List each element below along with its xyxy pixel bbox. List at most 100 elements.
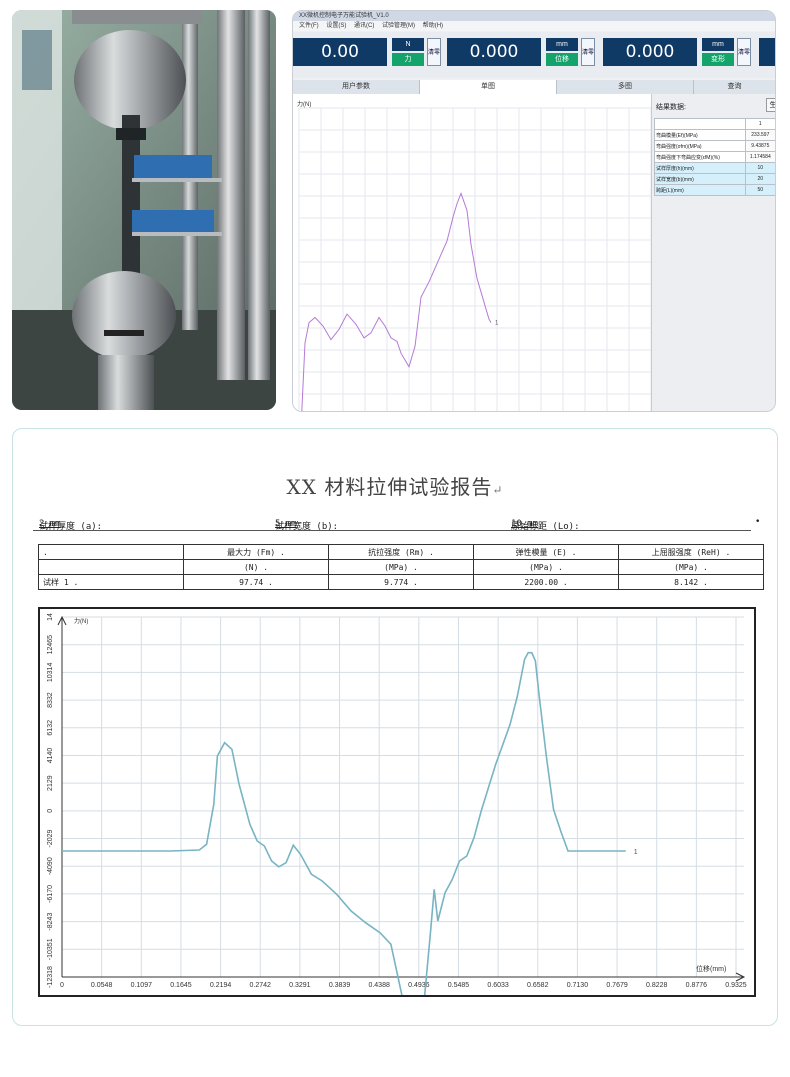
results-col-header: 1 <box>744 118 775 130</box>
return-mark: ↵ <box>492 483 504 497</box>
results-table: 1 弯曲模量(Ef)(MPa) 233.597 弯曲强度(σfm)(MPa) 9.4… <box>654 118 775 196</box>
menu-file[interactable]: 文件(F) <box>299 23 319 29</box>
series-line <box>62 651 626 1059</box>
param-gauge-length-value: 10 mm <box>511 519 539 529</box>
window-title: XX微机控制电子万能试验机_V1.0 <box>293 11 775 21</box>
chart-x-label: 位移(mm) <box>696 964 726 973</box>
generate-button[interactable]: 生 <box>766 98 775 112</box>
tab-user-params[interactable]: 用户参数 <box>293 80 420 94</box>
deformation-mode-button[interactable]: 变形 <box>702 53 734 66</box>
unit-reh: (MPa) . <box>618 559 764 575</box>
y-tick-label: 10314 <box>47 663 54 683</box>
result-name: 跨距(L)(mm) <box>654 184 746 196</box>
unit-blank <box>38 559 184 575</box>
screen-curve-end-label: 1 <box>495 321 499 327</box>
menu-settings[interactable]: 设置(S) <box>326 23 346 29</box>
menu-comm[interactable]: 通讯(C) <box>354 23 374 29</box>
x-tick-label: 0.2742 <box>250 982 272 989</box>
displacement-mode-button[interactable]: 位移 <box>546 53 578 66</box>
header-reh: 上屈服强度 (ReH) . <box>618 544 764 560</box>
test-machine-photo <box>12 10 276 410</box>
y-tick-label: 8332 <box>47 692 54 708</box>
force-value: 0.00 <box>293 38 387 66</box>
result-name: 试样宽度(b)(mm) <box>654 173 746 185</box>
y-tick-label: -12318 <box>47 966 54 988</box>
report-chart-frame: -12318 -10351 -8243 -6170 -4090 -2029 0 2129 414… <box>38 607 756 1059</box>
displacement-value: 0.000 <box>447 38 541 66</box>
param-end-mark: • <box>755 517 761 527</box>
unit-rm: (MPa) . <box>328 559 474 575</box>
force-unit: N <box>392 38 424 51</box>
table-corner: . <box>38 544 184 560</box>
results-panel: 结果数据: 生 1 弯曲模量(Ef)(MPa) 233.597 弯曲强度(σfm)… <box>651 94 775 411</box>
force-displacement-chart: -12318 -10351 -8243 -6170 -4090 -2029 0 2129 414… <box>47 613 747 1059</box>
header-e: 弹性模量 (E) . <box>473 544 619 560</box>
force-zero-button[interactable]: 清零 <box>427 38 441 66</box>
deformation-value: 0.000 <box>603 38 697 66</box>
param-width-value: 5 mm <box>275 519 297 529</box>
value-reh: 8.142 . <box>618 574 764 590</box>
y-tick-label: -10351 <box>47 938 54 960</box>
force-mode-button[interactable]: 力 <box>392 53 424 66</box>
result-name: 弯曲模量(Ef)(MPa) <box>654 129 746 141</box>
x-tick-label: 0.3839 <box>329 982 351 989</box>
x-tick-label: 0.8228 <box>646 982 668 989</box>
report-params: 试样厚度 (a): 2 mm 试样宽度 (b): 5 mm 原始标距 (Lo):… <box>39 515 765 532</box>
series-end-label: 1 <box>634 849 638 856</box>
readout-bar: 0.00 N 力 清零 0.000 mm 位移 清零 0.000 mm 变形 清… <box>293 32 775 78</box>
y-tick-label: -8243 <box>47 913 54 931</box>
menu-bar: 文件(F) 设置(S) 通讯(C) 试验管理(M) 帮助(H) <box>293 21 775 31</box>
y-tick-label: 2129 <box>47 775 54 791</box>
displacement-zero-button[interactable]: 清零 <box>581 38 595 66</box>
x-tick-label: 0.4388 <box>368 982 390 989</box>
x-tick-label: 0.7130 <box>567 982 589 989</box>
header-rm: 抗拉强度 (Rm) . <box>328 544 474 560</box>
deformation-unit: mm <box>702 38 734 51</box>
result-value[interactable]: 50 <box>744 184 775 196</box>
test-report: XX 材料拉伸试验报告↵ 试样厚度 (a): 2 mm 试样宽度 (b): 5 … <box>12 428 778 1059</box>
x-tick-label: 0.1097 <box>131 982 153 989</box>
results-report-table: . 最大力 (Fm) . 抗拉强度 (Rm) . 弹性模量 (E) . 上屈服强… <box>38 544 764 590</box>
report-title: XX 材料拉伸试验报告↵ <box>13 471 777 500</box>
x-tick-label: 0.9325 <box>725 982 747 989</box>
menu-help[interactable]: 帮助(H) <box>423 23 443 29</box>
single-plot-area[interactable]: 力(N) 1 <box>293 94 652 411</box>
y-tick-label: -2029 <box>47 829 54 847</box>
value-e: 2200.00 . <box>473 574 619 590</box>
tab-bar: 用户参数 单图 多图 查询 <box>293 80 775 94</box>
y-tick-label: -6170 <box>47 885 54 903</box>
report-title-text: XX 材料拉伸试验报告 <box>286 475 493 499</box>
screen-plot-axis-label: 力(N) <box>297 100 311 108</box>
tab-query[interactable]: 查询 <box>694 80 775 94</box>
chart-axes <box>57 615 746 982</box>
y-tick-label: 12465 <box>47 635 54 655</box>
row-sample-label: 试样 1 . <box>38 574 184 590</box>
value-rm: 9.774 . <box>328 574 474 590</box>
result-value[interactable]: 10 <box>744 162 775 174</box>
screen-curve-plot: 力(N) 1 <box>297 100 652 411</box>
x-tick-label: 0.6582 <box>527 982 549 989</box>
readout-overflow <box>759 38 775 66</box>
y-tick-label: 0 <box>47 809 54 813</box>
chart-y-label: 力(N) <box>74 617 88 625</box>
result-name: 弯曲强度(σfm)(MPa) <box>654 140 746 152</box>
tab-multi-plot[interactable]: 多图 <box>557 80 694 94</box>
param-thickness-value: 2 mm <box>39 519 61 529</box>
x-tick-label: 0.7679 <box>606 982 628 989</box>
param-rule <box>33 530 751 531</box>
x-tick-label: 0.8776 <box>686 982 708 989</box>
result-name: 弯曲强度下弯曲应变(εfM)(%) <box>654 151 746 163</box>
deformation-zero-button[interactable]: 清零 <box>737 38 751 66</box>
screen-curve-line <box>301 191 492 411</box>
software-window: XX微机控制电子万能试验机_V1.0 文件(F) 设置(S) 通讯(C) 试验管… <box>292 10 776 412</box>
result-value[interactable]: 20 <box>744 173 775 185</box>
tab-single-plot[interactable]: 单图 <box>420 80 557 94</box>
x-tick-label: 0 <box>60 982 64 989</box>
x-tick-label: 0.3291 <box>289 982 311 989</box>
result-value: 9.43875 <box>744 140 775 152</box>
x-tick-label: 0.6033 <box>487 982 509 989</box>
x-tick-label: 0.0548 <box>91 982 113 989</box>
y-tick-label: -4090 <box>47 857 54 875</box>
results-col-blank <box>654 118 746 130</box>
menu-test-manage[interactable]: 试验管理(M) <box>382 23 415 29</box>
